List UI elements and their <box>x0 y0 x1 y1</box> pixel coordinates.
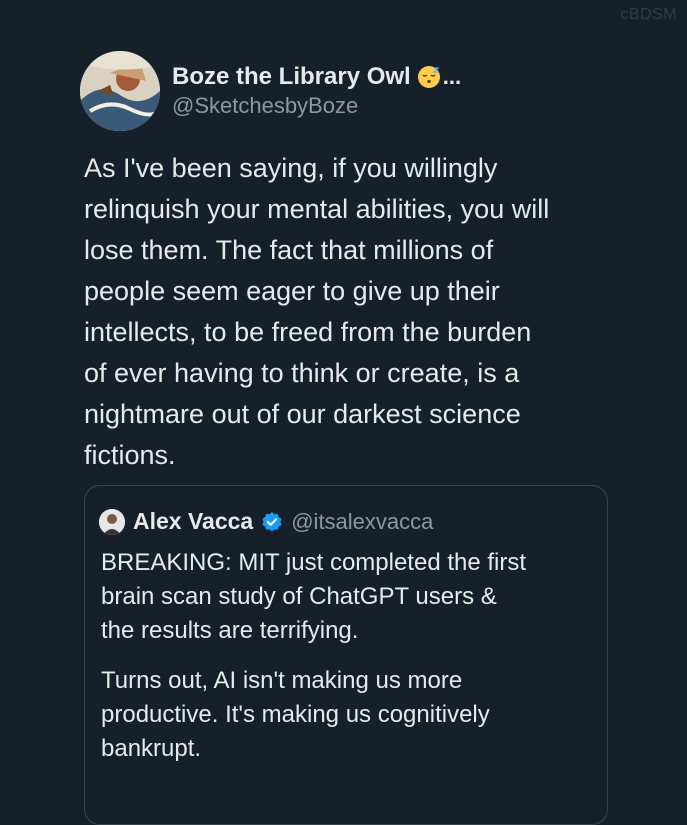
name-row: Boze the Library Owl ... <box>172 63 461 91</box>
tweet-body: As I've been saying, if you willingly re… <box>84 153 550 470</box>
quoted-paragraph-2: Turns out, AI isn't making us more produ… <box>101 667 490 762</box>
quoted-paragraph-1: BREAKING: MIT just completed the first b… <box>101 549 527 644</box>
verified-badge-icon <box>261 511 283 533</box>
handle[interactable]: @SketchesbyBoze <box>172 93 461 119</box>
tweet-header: Boze the Library Owl ... @SketchesbyBoze <box>80 48 644 134</box>
avatar[interactable] <box>80 51 160 131</box>
quoted-tweet[interactable]: Alex Vacca @itsalexvacca BREAKING: MIT j… <box>84 485 608 825</box>
quoted-handle[interactable]: @itsalexvacca <box>291 509 433 535</box>
display-name[interactable]: Boze the Library Owl <box>172 63 411 91</box>
quoted-avatar[interactable] <box>99 508 125 535</box>
quoted-display-name[interactable]: Alex Vacca <box>133 508 253 535</box>
sleeping-face-icon <box>417 65 441 89</box>
tweet: Boze the Library Owl ... @SketchesbyBoze… <box>80 48 644 476</box>
watermark: cBDSM <box>620 6 677 23</box>
name-ellipsis: ... <box>442 64 462 89</box>
quoted-tweet-header: Alex Vacca @itsalexvacca <box>99 508 433 535</box>
identity: Boze the Library Owl ... @SketchesbyBoze <box>172 63 461 119</box>
